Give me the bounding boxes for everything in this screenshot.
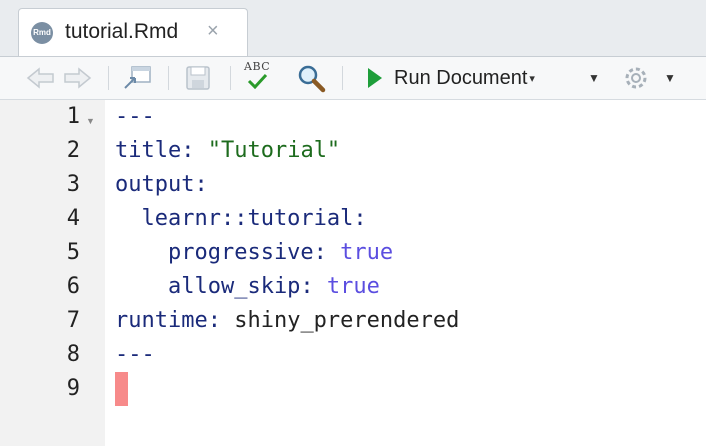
forward-arrow-icon[interactable] xyxy=(62,63,92,93)
toolbar-separator xyxy=(168,66,169,90)
code-token: runtime: xyxy=(115,308,221,333)
run-document-button[interactable]: Run Document ▾ xyxy=(366,63,535,93)
run-document-label: Run Document xyxy=(394,66,528,89)
code-line[interactable]: allow_skip: true xyxy=(115,274,380,299)
close-tab-icon[interactable]: × xyxy=(207,20,219,43)
editor-toolbar: ABC Run Document ▾ ▼ ▼ xyxy=(0,57,706,100)
editor-tab-bar: Rmd tutorial.Rmd × xyxy=(0,0,706,57)
code-token: output: xyxy=(115,172,208,197)
toolbar-separator xyxy=(108,66,109,90)
tab-filename: tutorial.Rmd xyxy=(65,20,179,43)
line-number: 5 xyxy=(66,240,80,265)
publish-dropdown-icon[interactable]: ▼ xyxy=(588,63,600,93)
line-number: 8 xyxy=(66,342,80,367)
code-token: true xyxy=(326,240,394,265)
spellcheck-icon[interactable]: ABC xyxy=(244,61,270,91)
spellcheck-label: ABC xyxy=(244,60,271,73)
code-token: shiny_prerendered xyxy=(220,308,460,333)
toolbar-separator xyxy=(342,66,343,90)
code-token: learnr::tutorial: xyxy=(115,206,367,231)
code-line[interactable]: --- xyxy=(115,104,155,129)
line-number: 7 xyxy=(66,308,80,333)
run-icon xyxy=(368,68,382,88)
code-line[interactable]: --- xyxy=(115,342,155,367)
code-line[interactable]: runtime: shiny_prerendered xyxy=(115,308,459,333)
fold-toggle-icon[interactable]: ▼ xyxy=(86,116,95,126)
gear-dropdown-icon[interactable]: ▼ xyxy=(664,63,676,93)
show-in-window-icon[interactable] xyxy=(122,63,154,93)
search-icon[interactable] xyxy=(296,63,326,93)
line-number: 6 xyxy=(66,274,80,299)
line-number: 3 xyxy=(66,172,80,197)
back-arrow-icon[interactable] xyxy=(26,63,56,93)
rmd-file-icon: Rmd xyxy=(31,22,53,44)
line-number: 9 xyxy=(66,376,80,401)
text-cursor xyxy=(115,372,128,406)
code-line[interactable]: learnr::tutorial: xyxy=(115,206,367,231)
code-token: allow_skip: xyxy=(115,274,314,299)
code-line[interactable]: output: xyxy=(115,172,208,197)
line-number: 2 xyxy=(66,138,80,163)
code-line[interactable]: progressive: true xyxy=(115,240,393,265)
code-line[interactable]: title: "Tutorial" xyxy=(115,138,340,163)
gear-icon[interactable] xyxy=(622,63,650,93)
code-token: true xyxy=(313,274,380,299)
code-token: title: xyxy=(115,138,195,163)
save-icon[interactable] xyxy=(184,63,212,93)
line-number: 1 xyxy=(66,104,80,129)
line-number: 4 xyxy=(66,206,80,231)
file-tab[interactable]: Rmd tutorial.Rmd × xyxy=(18,8,248,56)
code-token: --- xyxy=(115,342,155,367)
toolbar-separator xyxy=(230,66,231,90)
code-token: "Tutorial" xyxy=(194,138,341,163)
run-options-caret-icon[interactable]: ▾ xyxy=(529,72,535,85)
code-token: progressive: xyxy=(115,240,327,265)
code-token: --- xyxy=(115,104,155,129)
